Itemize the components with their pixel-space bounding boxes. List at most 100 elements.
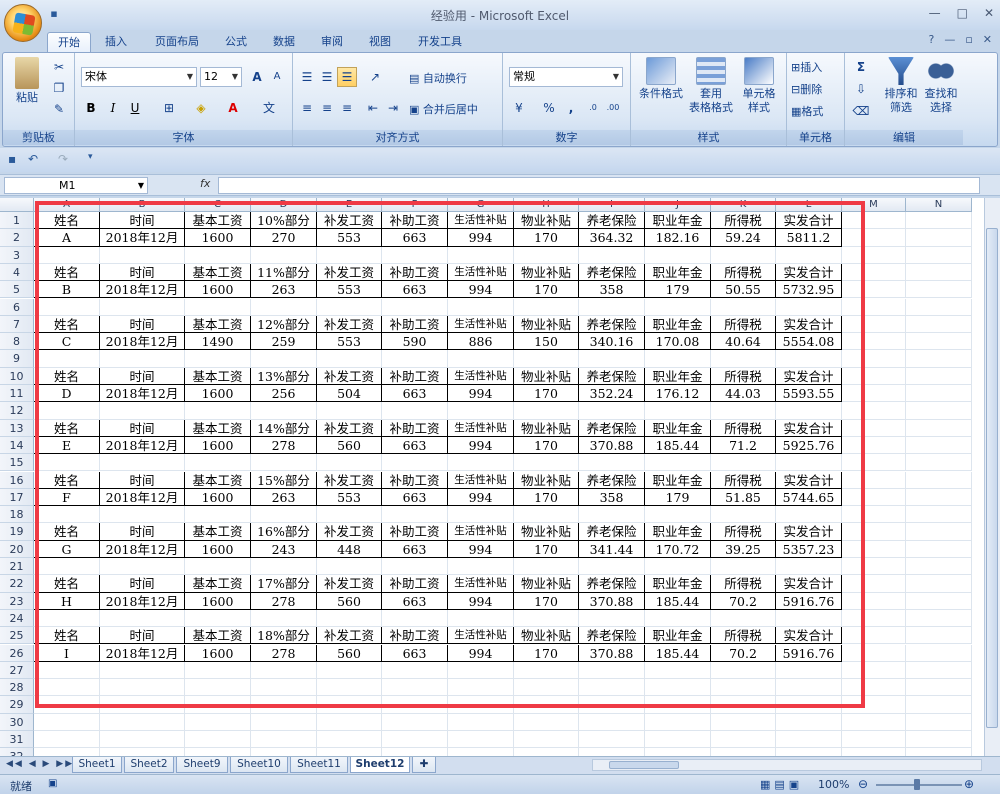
cell[interactable]: [185, 246, 251, 264]
cell[interactable]: [842, 713, 906, 731]
shrink-font-button[interactable]: A: [267, 67, 287, 87]
cell[interactable]: [251, 506, 317, 524]
cell[interactable]: [185, 713, 251, 731]
table-data-cell[interactable]: 44.03: [711, 385, 776, 403]
cell[interactable]: [776, 298, 842, 316]
table-data-cell[interactable]: 364.32: [579, 229, 645, 247]
table-data-cell[interactable]: 370.88: [579, 592, 645, 610]
zoom-out-icon[interactable]: ⊖: [858, 777, 868, 791]
cell[interactable]: [776, 402, 842, 420]
table-header-cell[interactable]: 养老保险: [579, 575, 645, 593]
cell[interactable]: [906, 263, 972, 282]
cell[interactable]: [842, 575, 906, 593]
cell[interactable]: [251, 696, 317, 714]
cell[interactable]: [514, 679, 579, 697]
table-data-cell[interactable]: 5744.65: [776, 488, 842, 507]
table-header-cell[interactable]: 基本工资: [185, 471, 251, 489]
table-header-cell[interactable]: 生活性补贴: [448, 263, 514, 282]
table-data-cell[interactable]: 370.88: [579, 644, 645, 662]
row-header[interactable]: 29: [0, 696, 34, 714]
row-header[interactable]: 26: [0, 644, 34, 662]
column-header[interactable]: F: [382, 198, 448, 212]
row-header[interactable]: 10: [0, 367, 34, 385]
cell[interactable]: [579, 679, 645, 697]
row-header[interactable]: 28: [0, 679, 34, 697]
cell[interactable]: [842, 627, 906, 645]
table-header-cell[interactable]: 补发工资: [317, 367, 382, 385]
cell[interactable]: [251, 713, 317, 731]
table-header-cell[interactable]: 职业年金: [645, 627, 711, 645]
table-data-cell[interactable]: 994: [448, 281, 514, 299]
table-header-cell[interactable]: 职业年金: [645, 367, 711, 385]
cell[interactable]: [776, 350, 842, 368]
cell[interactable]: [906, 592, 972, 610]
cell[interactable]: [906, 229, 972, 247]
table-data-cell[interactable]: 560: [317, 436, 382, 455]
cell[interactable]: [382, 679, 448, 697]
table-data-cell[interactable]: C: [34, 333, 100, 351]
cell[interactable]: [382, 713, 448, 731]
table-data-cell[interactable]: 185.44: [645, 592, 711, 610]
orientation-icon[interactable]: ↗: [365, 67, 385, 87]
cell[interactable]: [317, 661, 382, 680]
decrease-indent-icon[interactable]: ⇤: [363, 98, 383, 118]
tab-review[interactable]: 审阅: [314, 32, 350, 52]
underline-button[interactable]: U: [125, 98, 145, 118]
table-data-cell[interactable]: 553: [317, 488, 382, 507]
table-data-cell[interactable]: 179: [645, 281, 711, 299]
table-data-cell[interactable]: 663: [382, 488, 448, 507]
table-header-cell[interactable]: 物业补贴: [514, 575, 579, 593]
table-data-cell[interactable]: 170: [514, 488, 579, 507]
table-data-cell[interactable]: 2018年12月: [100, 592, 185, 610]
table-data-cell[interactable]: 448: [317, 540, 382, 558]
cell[interactable]: [317, 696, 382, 714]
insert-sheet-icon[interactable]: ✚: [412, 757, 436, 773]
cell[interactable]: [382, 661, 448, 680]
column-header[interactable]: B: [100, 198, 185, 212]
cell[interactable]: [906, 713, 972, 731]
cell[interactable]: [776, 679, 842, 697]
table-header-cell[interactable]: 实发合计: [776, 627, 842, 645]
redo-icon[interactable]: ↷: [58, 152, 68, 166]
cell[interactable]: [448, 661, 514, 680]
table-data-cell[interactable]: 270: [251, 229, 317, 247]
cell[interactable]: [842, 679, 906, 697]
table-header-cell[interactable]: 养老保险: [579, 367, 645, 385]
percent-button[interactable]: %: [539, 98, 559, 118]
cell[interactable]: [579, 558, 645, 576]
table-data-cell[interactable]: 994: [448, 592, 514, 610]
cell[interactable]: [579, 609, 645, 628]
cell[interactable]: [251, 679, 317, 697]
conditional-formatting-button[interactable]: 条件格式: [635, 57, 687, 101]
table-data-cell[interactable]: 5554.08: [776, 333, 842, 351]
table-header-cell[interactable]: 生活性补贴: [448, 367, 514, 385]
table-data-cell[interactable]: 70.2: [711, 592, 776, 610]
table-data-cell[interactable]: 170: [514, 436, 579, 455]
row-header[interactable]: 4: [0, 263, 34, 282]
cell[interactable]: [711, 350, 776, 368]
table-data-cell[interactable]: 504: [317, 385, 382, 403]
cell[interactable]: [100, 246, 185, 264]
table-header-cell[interactable]: 所得税: [711, 367, 776, 385]
cell[interactable]: [514, 298, 579, 316]
cell[interactable]: [776, 506, 842, 524]
cell[interactable]: [842, 298, 906, 316]
cell[interactable]: [645, 696, 711, 714]
table-data-cell[interactable]: 278: [251, 644, 317, 662]
table-header-cell[interactable]: 12%部分: [251, 315, 317, 334]
table-data-cell[interactable]: 5925.76: [776, 436, 842, 455]
table-header-cell[interactable]: 生活性补贴: [448, 471, 514, 489]
cell[interactable]: [579, 713, 645, 731]
cell[interactable]: [711, 454, 776, 472]
align-top-icon[interactable]: ☰: [297, 67, 317, 87]
cell[interactable]: [382, 609, 448, 628]
table-data-cell[interactable]: 5916.76: [776, 592, 842, 610]
cell[interactable]: [645, 731, 711, 749]
table-data-cell[interactable]: 1600: [185, 644, 251, 662]
column-header[interactable]: G: [448, 198, 514, 212]
zoom-in-icon[interactable]: ⊕: [964, 777, 974, 791]
table-data-cell[interactable]: 5811.2: [776, 229, 842, 247]
align-left-icon[interactable]: ≡: [297, 98, 317, 118]
table-header-cell[interactable]: 物业补贴: [514, 315, 579, 334]
tab-developer[interactable]: 开发工具: [410, 32, 470, 52]
